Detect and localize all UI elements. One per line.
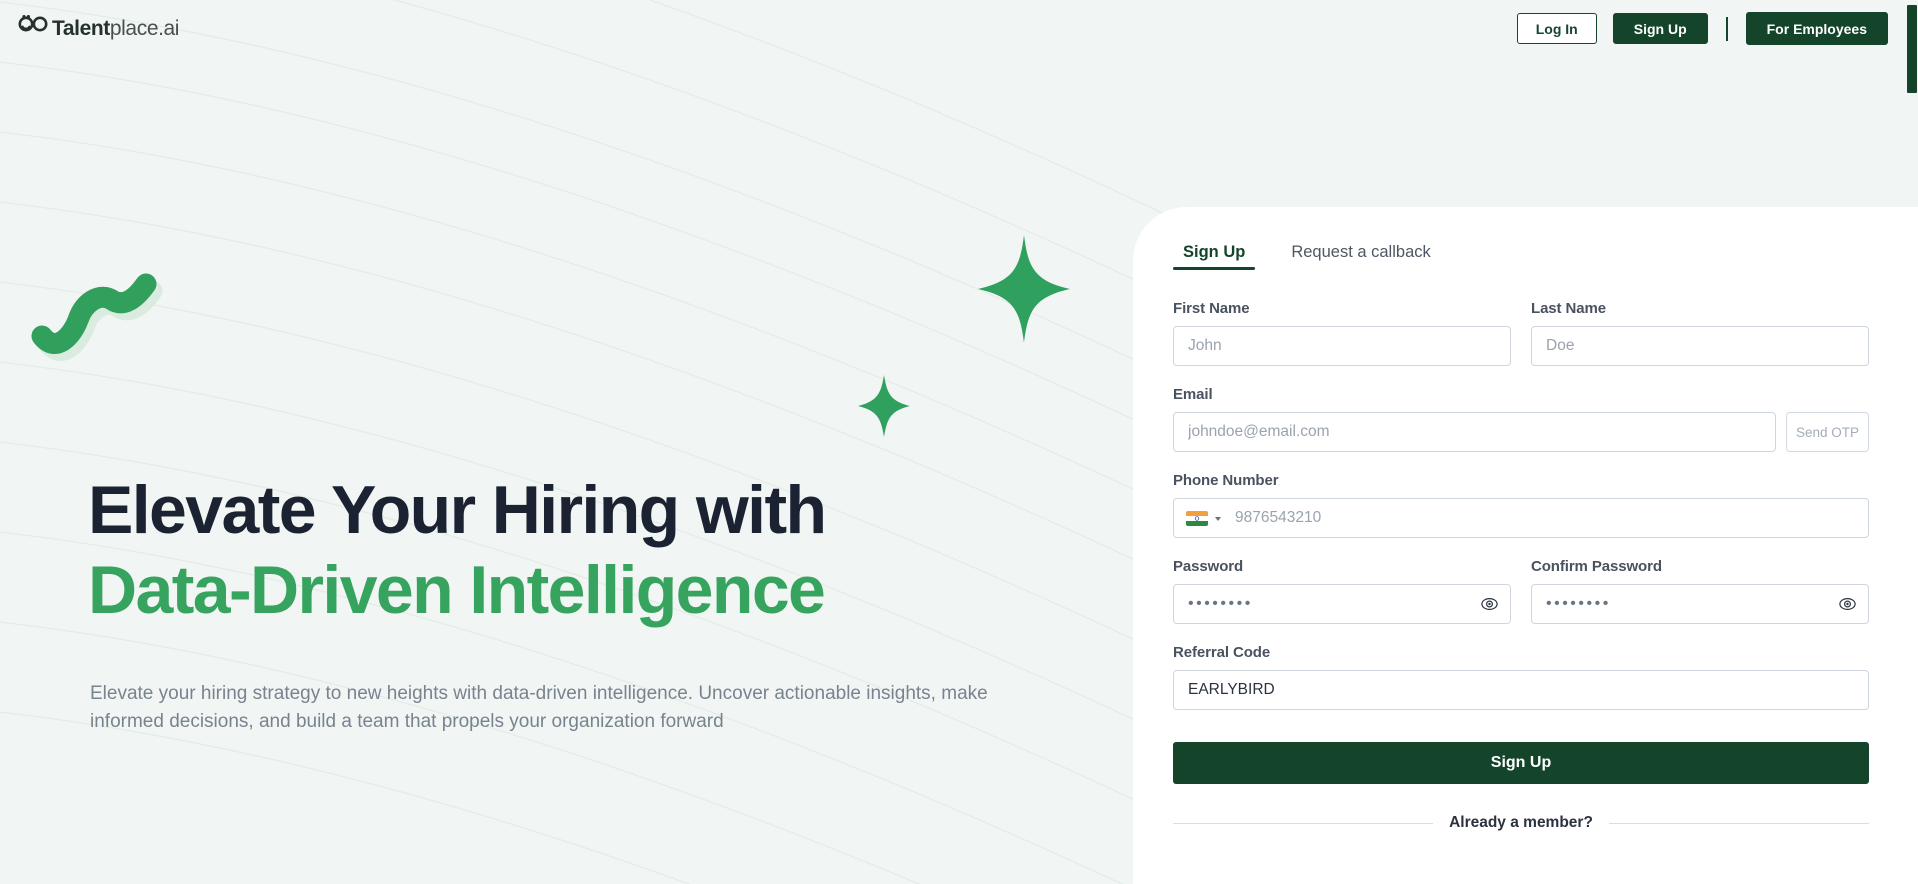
login-button[interactable]: Log In (1516, 13, 1597, 44)
phone-number-label: Phone Number (1173, 472, 1279, 489)
for-employees-button[interactable]: For Employees (1745, 12, 1888, 45)
email-input[interactable] (1173, 412, 1776, 452)
toggle-password-visibility-icon[interactable] (1481, 596, 1498, 613)
hero-title-line2: Data-Driven Intelligence (88, 552, 826, 629)
referral-row: Referral Code (1173, 644, 1869, 710)
page-title: Elevate Your Hiring with Data-Driven Int… (88, 470, 827, 630)
go-logo-icon (18, 15, 48, 42)
confirm-password-label: Confirm Password (1531, 558, 1662, 575)
send-otp-button[interactable]: Send OTP (1786, 412, 1869, 452)
header-actions: Log In Sign Up For Employees (1516, 12, 1888, 45)
signup-card: Sign Up Request a callback First Name La… (1133, 207, 1918, 884)
tab-request-callback[interactable]: Request a callback (1281, 243, 1440, 270)
last-name-input[interactable] (1531, 326, 1869, 366)
password-row: Password Confirm Password (1173, 558, 1869, 624)
email-field-group: Email Send OTP (1173, 386, 1869, 452)
page-scrollbar-thumb[interactable] (1907, 5, 1917, 93)
last-name-field-group: Last Name (1531, 300, 1869, 366)
confirm-password-field-group: Confirm Password (1531, 558, 1869, 624)
signup-button[interactable]: Sign Up (1612, 13, 1708, 44)
phone-number-input[interactable] (1235, 499, 1856, 537)
first-name-label: First Name (1173, 300, 1250, 317)
divider-line-right (1608, 822, 1869, 824)
sparkle-large-icon (978, 235, 1070, 348)
referral-code-input[interactable] (1173, 670, 1869, 710)
first-name-input[interactable] (1173, 326, 1511, 366)
name-row: First Name Last Name (1173, 300, 1869, 366)
password-input[interactable] (1173, 584, 1511, 624)
referral-code-label: Referral Code (1173, 644, 1271, 661)
chevron-down-icon[interactable] (1215, 517, 1221, 521)
brand-name-bold: Talent (52, 16, 110, 40)
toggle-confirm-password-visibility-icon[interactable] (1839, 596, 1856, 613)
password-label: Password (1173, 558, 1244, 575)
page-scrollbar-track[interactable] (1906, 0, 1918, 884)
header-divider (1725, 16, 1728, 41)
india-flag-icon[interactable] (1186, 510, 1208, 526)
hero-title-line1: Elevate Your Hiring with (88, 472, 827, 548)
sparkle-small-icon (858, 375, 910, 442)
site-header: Talentplace.ai Log In Sign Up For Employ… (0, 0, 1918, 57)
hero-subtitle: Elevate your hiring strategy to new heig… (90, 683, 988, 732)
brand-name: Talentplace.ai (52, 17, 179, 41)
divider-line-left (1173, 822, 1434, 824)
tab-sign-up[interactable]: Sign Up (1173, 243, 1256, 270)
brand-name-light: place.ai (109, 16, 180, 40)
password-field-group: Password (1173, 558, 1511, 624)
brand-logo[interactable]: Talentplace.ai (18, 15, 179, 42)
first-name-field-group: First Name (1173, 300, 1511, 366)
email-label: Email (1173, 386, 1213, 403)
phone-input-wrapper (1173, 498, 1869, 538)
email-row: Email Send OTP (1173, 386, 1869, 452)
submit-sign-up-button[interactable]: Sign Up (1173, 742, 1869, 784)
last-name-label: Last Name (1531, 300, 1606, 317)
already-member-label: Already a member? (1449, 814, 1593, 831)
phone-row: Phone Number (1173, 472, 1869, 538)
form-tabs: Sign Up Request a callback (1173, 243, 1869, 270)
referral-field-group: Referral Code (1173, 644, 1869, 710)
already-member-divider: Already a member? (1173, 814, 1869, 832)
confirm-password-input[interactable] (1531, 584, 1869, 624)
squiggle-decoration (26, 262, 166, 367)
phone-field-group: Phone Number (1173, 472, 1869, 538)
